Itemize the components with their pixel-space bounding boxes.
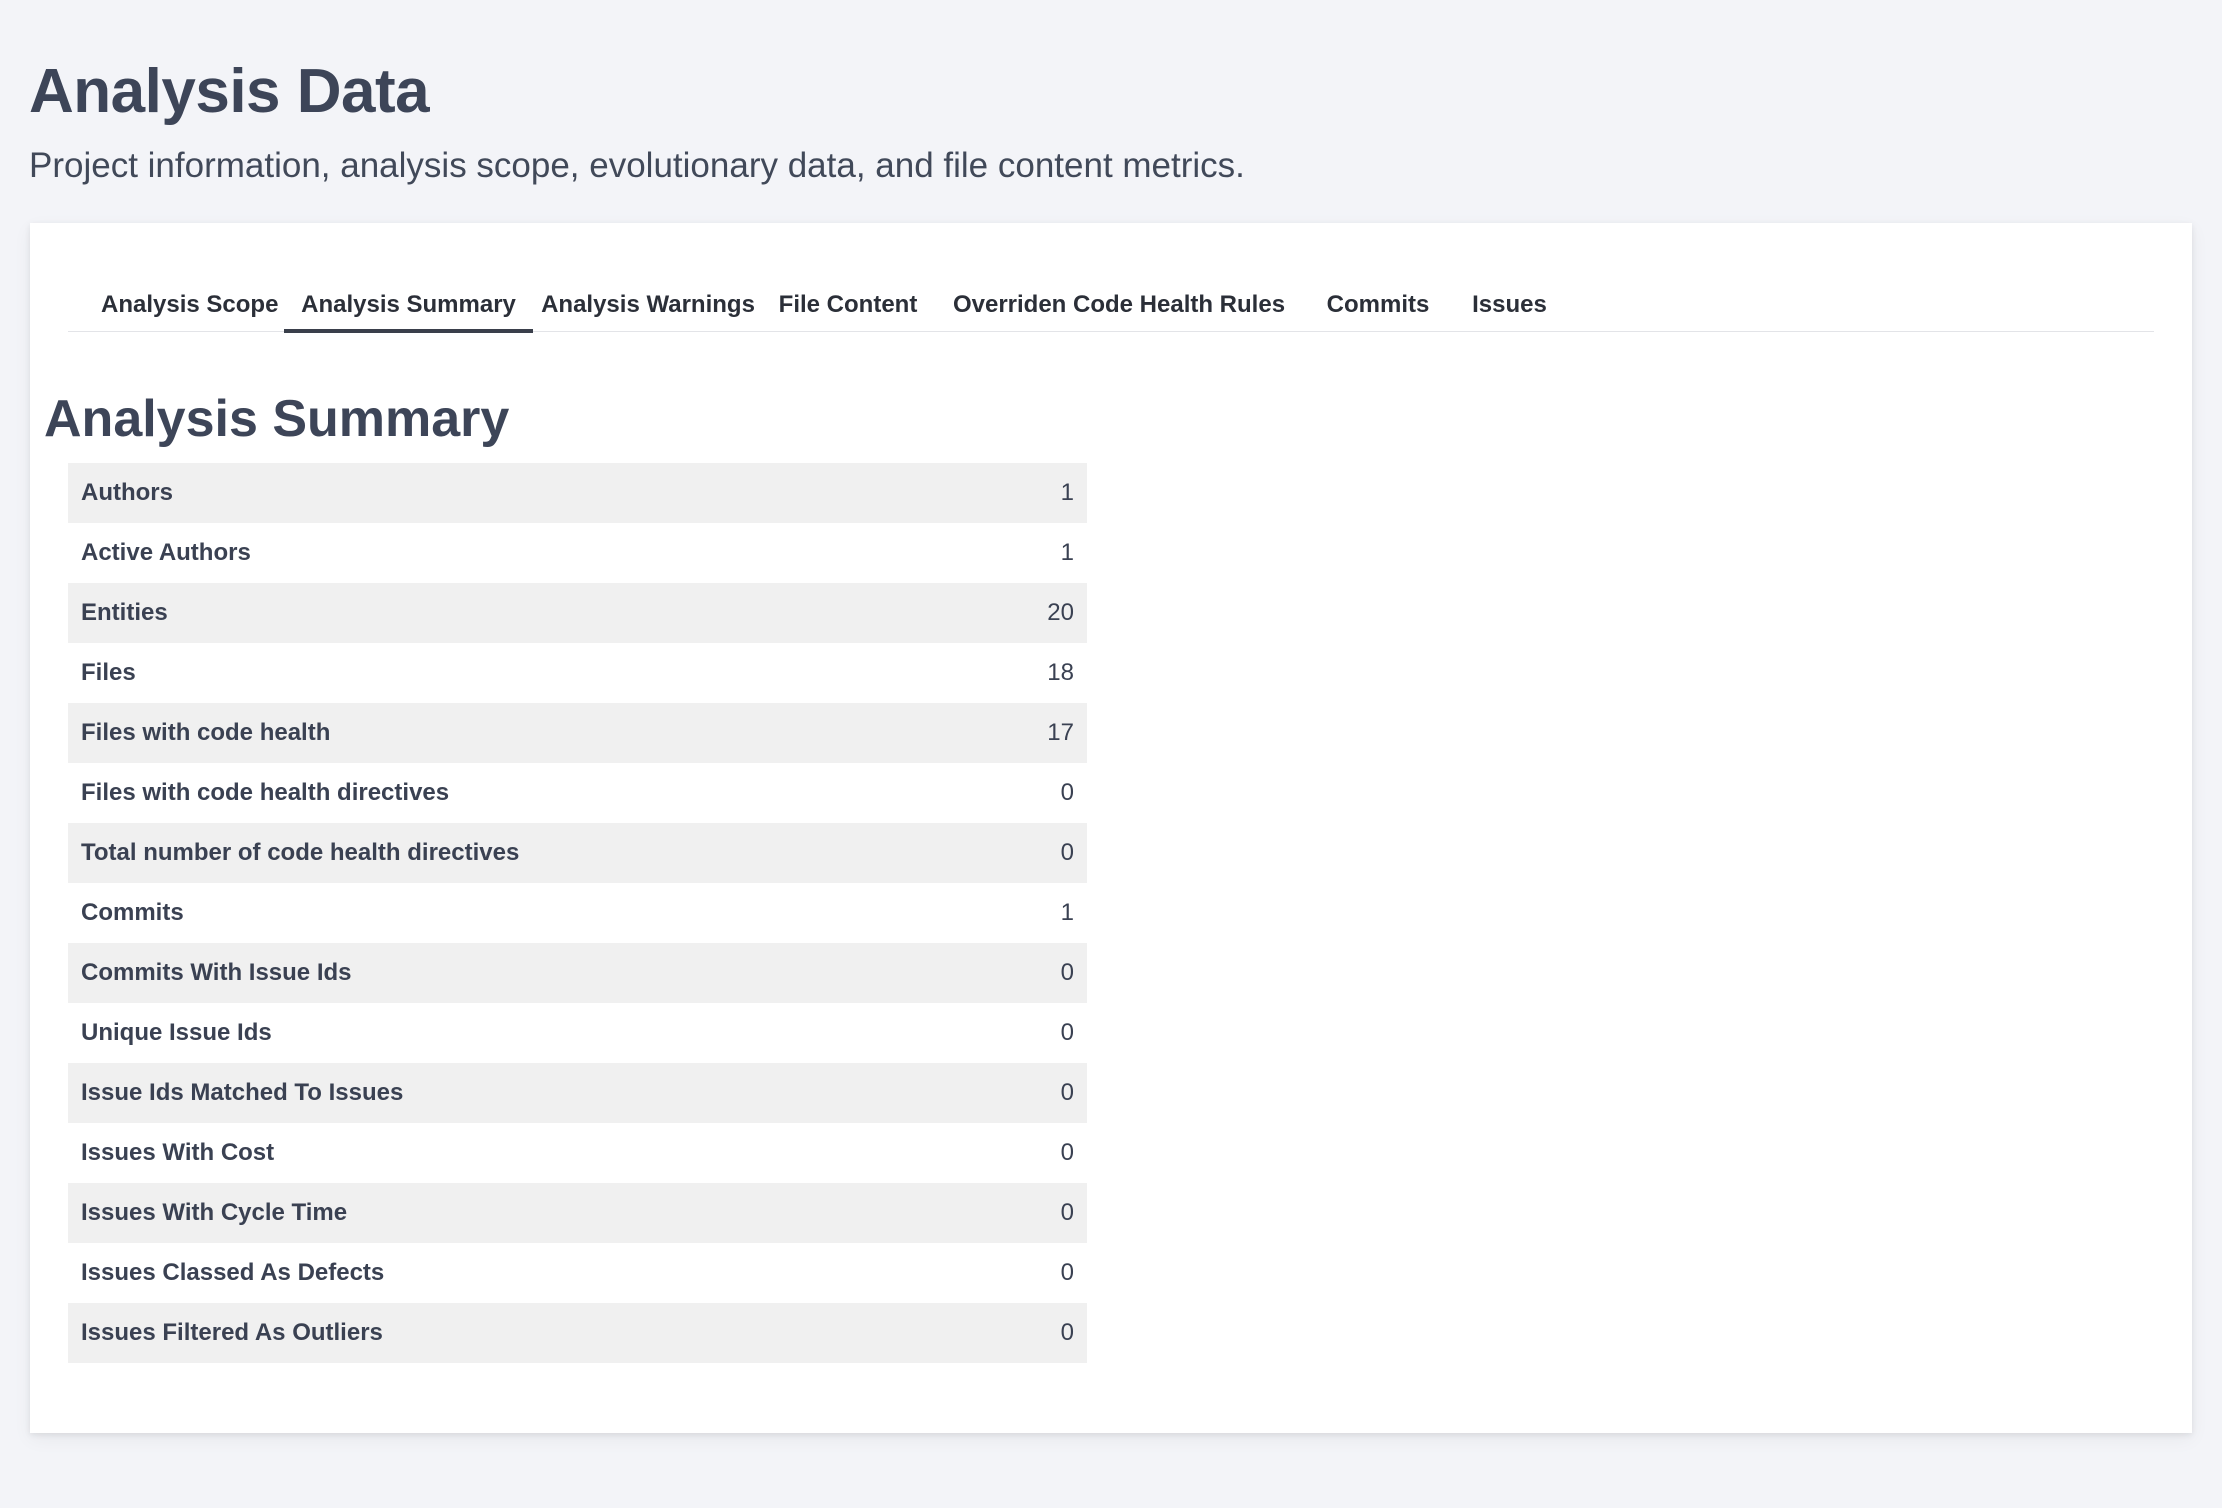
row-label: Files — [68, 643, 984, 703]
tab-overriden-code-health-rules[interactable]: Overriden Code Health Rules — [937, 265, 1301, 332]
row-label: Commits With Issue Ids — [68, 943, 984, 1003]
tab-file-content[interactable]: File Content — [765, 265, 931, 332]
tab-issues[interactable]: Issues — [1454, 265, 1565, 332]
row-label: Issues Filtered As Outliers — [68, 1303, 984, 1363]
tab-analysis-summary[interactable]: Analysis Summary — [284, 265, 533, 333]
table-row: Active Authors 1 — [68, 523, 1087, 583]
table-row: Unique Issue Ids 0 — [68, 1003, 1087, 1063]
row-label: Commits — [68, 883, 984, 943]
row-value: 0 — [983, 943, 1087, 1003]
tab-commits[interactable]: Commits — [1308, 265, 1448, 332]
row-value: 0 — [983, 823, 1087, 883]
row-label: Files with code health — [68, 703, 984, 763]
row-label: Active Authors — [68, 523, 984, 583]
row-value: 20 — [983, 583, 1087, 643]
row-value: 0 — [983, 1183, 1087, 1243]
tab-analysis-scope[interactable]: Analysis Scope — [101, 265, 278, 332]
table-row: Issue Ids Matched To Issues 0 — [68, 1063, 1087, 1123]
section-title: Analysis Summary — [44, 390, 510, 448]
row-value: 0 — [983, 1303, 1087, 1363]
page-title: Analysis Data — [29, 57, 430, 126]
row-label: Authors — [68, 463, 984, 523]
page-subtitle: Project information, analysis scope, evo… — [29, 146, 1245, 185]
row-label: Issues Classed As Defects — [68, 1243, 984, 1303]
table-row: Authors 1 — [68, 463, 1087, 523]
summary-table: Authors 1 Active Authors 1 Entities 20 Files 18… — [68, 463, 1087, 1363]
row-value: 1 — [983, 463, 1087, 523]
row-value: 0 — [983, 1003, 1087, 1063]
row-label: Issues With Cycle Time — [68, 1183, 984, 1243]
table-row: Commits With Issue Ids 0 — [68, 943, 1087, 1003]
row-value: 1 — [983, 883, 1087, 943]
row-value: 0 — [983, 763, 1087, 823]
table-row: Issues With Cycle Time 0 — [68, 1183, 1087, 1243]
table-row: Issues Classed As Defects 0 — [68, 1243, 1087, 1303]
table-row: Files with code health directives 0 — [68, 763, 1087, 823]
row-label: Issues With Cost — [68, 1123, 984, 1183]
row-label: Files with code health directives — [68, 763, 984, 823]
table-row: Entities 20 — [68, 583, 1087, 643]
table-row: Total number of code health directives 0 — [68, 823, 1087, 883]
row-value: 18 — [983, 643, 1087, 703]
table-row: Files 18 — [68, 643, 1087, 703]
table-row: Commits 1 — [68, 883, 1087, 943]
row-value: 0 — [983, 1063, 1087, 1123]
row-label: Unique Issue Ids — [68, 1003, 984, 1063]
row-label: Total number of code health directives — [68, 823, 984, 883]
table-row: Files with code health 17 — [68, 703, 1087, 763]
tab-analysis-warnings[interactable]: Analysis Warnings — [538, 265, 758, 332]
analysis-card: Analysis Scope Analysis Summary Analysis… — [30, 223, 2192, 1433]
row-value: 0 — [983, 1123, 1087, 1183]
table-row: Issues Filtered As Outliers 0 — [68, 1303, 1087, 1363]
row-value: 0 — [983, 1243, 1087, 1303]
row-label: Issue Ids Matched To Issues — [68, 1063, 984, 1123]
table-row: Issues With Cost 0 — [68, 1123, 1087, 1183]
row-label: Entities — [68, 583, 984, 643]
row-value: 1 — [983, 523, 1087, 583]
tab-bar: Analysis Scope Analysis Summary Analysis… — [68, 265, 2154, 333]
row-value: 17 — [983, 703, 1087, 763]
